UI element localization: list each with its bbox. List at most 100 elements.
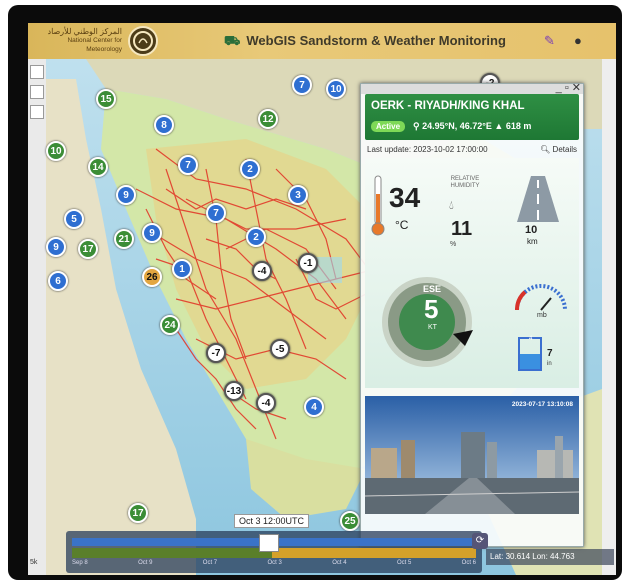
notification-icon[interactable]: ✎ (544, 33, 555, 49)
marker-label: 21 (118, 233, 130, 245)
layers-button[interactable] (30, 105, 44, 119)
timeline-day[interactable]: Oct 5 (397, 560, 411, 566)
timeline-day[interactable]: Oct 4 (332, 560, 346, 566)
marker-label: 4 (311, 401, 317, 413)
marker-label: 9 (123, 189, 129, 201)
marker-label: 3 (295, 189, 301, 201)
station-marker[interactable]: 25 (340, 511, 360, 531)
wind-unit: KT (428, 324, 437, 331)
visibility-unit: km (527, 237, 538, 246)
station-marker[interactable]: 9 (116, 185, 136, 205)
station-marker[interactable]: -5 (270, 339, 290, 359)
wind-speed: 5 (424, 294, 439, 324)
refresh-icon[interactable]: ⟳ (472, 533, 488, 549)
station-marker[interactable]: 2 (246, 227, 266, 247)
temperature-unit: °C (395, 218, 409, 232)
station-marker[interactable]: 26 (142, 267, 162, 287)
left-toolbar (28, 59, 47, 575)
pressure-gauge-icon (514, 284, 567, 311)
station-marker[interactable]: -7 (206, 343, 226, 363)
station-marker[interactable]: 9 (142, 223, 162, 243)
marker-label: 2 (247, 163, 253, 175)
zoom-in-button[interactable] (30, 65, 44, 79)
camera-image (365, 396, 579, 514)
marker-label: 9 (53, 241, 59, 253)
marker-label: 10 (50, 145, 62, 157)
station-elevation: 618 m (505, 121, 532, 131)
marker-label: 17 (82, 243, 94, 255)
marker-label: 9 (149, 227, 155, 239)
station-marker[interactable]: 7 (178, 155, 198, 175)
station-marker[interactable]: 4 (304, 397, 324, 417)
weather-readings: 34 °C RELATIVE HUMIDITY 💧︎ 11 % 10 km ES… (365, 158, 579, 388)
marker-label: 7 (299, 79, 305, 91)
timeline-day[interactable]: Sep 8 (72, 560, 88, 566)
org-logo-icon[interactable] (128, 26, 158, 56)
marker-label: 15 (100, 93, 112, 105)
marker-label: 8 (161, 119, 167, 131)
zoom-out-button[interactable] (30, 85, 44, 99)
station-marker[interactable]: 2 (240, 159, 260, 179)
station-marker[interactable]: 1 (172, 259, 192, 279)
station-camera-photo[interactable]: 2023-07-17 13:10:08 (365, 396, 579, 514)
details-button[interactable]: 🔍︎ Details (540, 145, 577, 154)
marker-label: 24 (164, 319, 176, 331)
timeline-day[interactable]: Oct 9 (138, 560, 152, 566)
humidity-value: 11 (451, 218, 473, 240)
timeline-day[interactable]: Oct 6 (462, 560, 476, 566)
marker-label: 17 (132, 507, 144, 519)
station-marker[interactable]: -4 (252, 261, 272, 281)
station-marker[interactable]: 10 (326, 79, 346, 99)
timeline-handle[interactable] (259, 534, 279, 552)
org-name-english: National Center for Meteorology (67, 37, 122, 53)
station-marker[interactable]: 7 (292, 75, 312, 95)
humidity-unit: % (450, 241, 457, 248)
marker-label: 14 (92, 161, 104, 173)
station-marker[interactable]: 12 (258, 109, 278, 129)
panel-window-controls[interactable]: _ ▫ ✕ (556, 81, 581, 94)
status-badge: Active (371, 121, 406, 132)
station-marker[interactable]: 6 (48, 271, 68, 291)
app-header: المركز الوطني للأرصاد National Center fo… (28, 23, 616, 59)
timeline-day[interactable]: Oct 3 (268, 560, 282, 566)
marker-label: 1 (179, 263, 185, 275)
station-marker[interactable]: 15 (96, 89, 116, 109)
station-marker[interactable]: 7 (206, 203, 226, 223)
cursor-coordinates: Lat: 30.614 Lon: 44.763 (486, 549, 614, 565)
marker-label: -5 (275, 343, 285, 355)
rain-unit: in (547, 361, 552, 367)
station-marker[interactable]: 9 (46, 237, 66, 257)
station-marker[interactable]: -13 (224, 381, 244, 401)
station-coords: 24.95°N, 46.72°E (422, 121, 492, 131)
visibility-value: 10 (525, 224, 538, 236)
station-marker[interactable]: 17 (128, 503, 148, 523)
station-location: ⚲ 24.95°N, 46.72°E ▲ 618 m (413, 121, 531, 132)
panel-titlebar[interactable] (361, 84, 583, 94)
marker-label: 25 (344, 515, 356, 527)
user-icon[interactable]: ● (574, 33, 582, 48)
camera-timestamp: 2023-07-17 13:10:08 (511, 401, 573, 408)
app-title: ⛟ WebGIS Sandstorm & Weather Monitoring (224, 33, 506, 51)
device-frame: المركز الوطني للأرصاد National Center fo… (8, 5, 622, 580)
org-name: المركز الوطني للأرصاد National Center fo… (34, 27, 122, 54)
station-marker-selected[interactable]: -1 (298, 253, 318, 273)
station-marker[interactable]: 21 (114, 229, 134, 249)
station-marker[interactable]: -4 (256, 393, 276, 413)
marker-label: -4 (257, 265, 267, 277)
station-marker[interactable]: 8 (154, 115, 174, 135)
timeline-day[interactable]: Oct 7 (203, 560, 217, 566)
station-panel: _ ▫ ✕ OERK - RIYADH/KING KHAL Active ⚲ 2… (360, 81, 584, 547)
timeline-slider[interactable]: Sep 8 Oct 9 Oct 7 Oct 3 Oct 4 Oct 5 Oct … (66, 531, 482, 573)
station-marker[interactable]: 5 (64, 209, 84, 229)
rain-value: 7 (547, 348, 553, 359)
station-marker[interactable]: 24 (160, 315, 180, 335)
thermometer-icon (371, 175, 385, 236)
station-marker[interactable]: 10 (46, 141, 66, 161)
station-marker[interactable]: 3 (288, 185, 308, 205)
details-label: Details (552, 145, 577, 154)
timeline-past-range (72, 548, 272, 558)
org-name-arabic: المركز الوطني للأرصاد (47, 27, 122, 36)
station-marker[interactable]: 14 (88, 157, 108, 177)
location-pin-icon: ⚲ (413, 121, 420, 131)
station-marker[interactable]: 17 (78, 239, 98, 259)
